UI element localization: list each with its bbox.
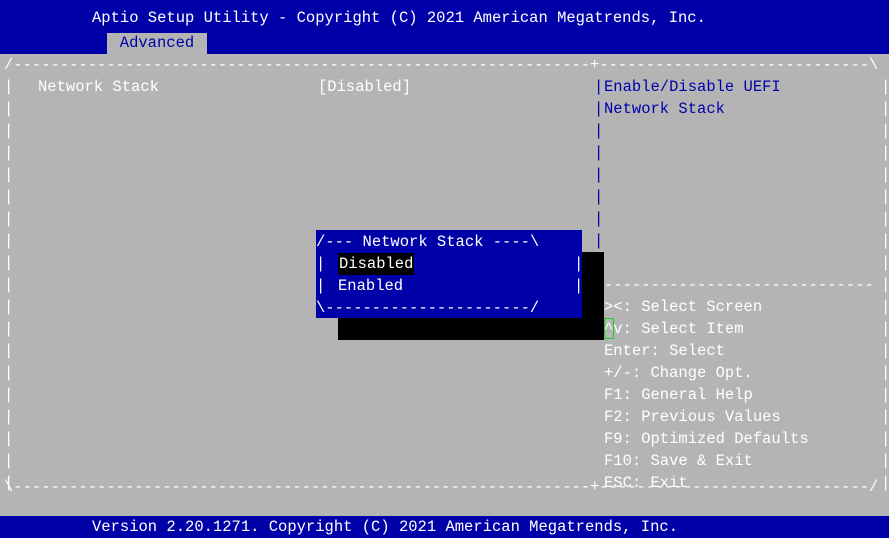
popup-left-edge-2: |	[316, 277, 326, 295]
key-help-change-opt: +/-: Change Opt.	[604, 364, 753, 382]
setting-network-stack-value[interactable]: [Disabled]	[318, 76, 411, 98]
footer-version: Version 2.20.1271. Copyright (C) 2021 Am…	[92, 518, 678, 536]
popup-left-edge-1: |	[316, 255, 326, 273]
tab-advanced[interactable]: Advanced	[107, 33, 207, 54]
frame-bottom-border: \---------------------------------------…	[4, 478, 879, 496]
frame-right-border: | | | | | | | | | | | | | | | | | | |	[881, 78, 889, 492]
key-help-f10: F10: Save & Exit	[604, 452, 753, 470]
help-line-1: Enable/Disable UEFI	[604, 78, 781, 96]
popup-option-enabled[interactable]: Enabled	[338, 275, 403, 297]
key-help-f1: F1: General Help	[604, 386, 753, 404]
key-help-f9: F9: Optimized Defaults	[604, 430, 809, 448]
popup-bottom-border: \----------------------/	[316, 299, 540, 317]
key-help-select-screen: ><: Select Screen	[604, 298, 763, 316]
key-help-esc: ESC: Exit	[604, 474, 688, 492]
frame-left-border: | | | | | | | | | | | | | | | | | | |	[4, 78, 14, 492]
setting-network-stack-label[interactable]: Network Stack	[38, 76, 159, 98]
frame-top-border: /---------------------------------------…	[4, 56, 879, 74]
help-line-2: Network Stack	[604, 100, 725, 118]
frame-center-divider: | | | | | | | | |	[594, 78, 604, 272]
key-help-f2: F2: Previous Values	[604, 408, 781, 426]
popup-right-edge-1: |	[574, 255, 584, 273]
popup-title-border: /--- Network Stack ----\	[316, 233, 540, 251]
app-title: Aptio Setup Utility - Copyright (C) 2021…	[92, 9, 706, 27]
key-help-enter: Enter: Select	[604, 342, 725, 360]
popup-title: Network Stack	[353, 233, 493, 251]
popup-option-disabled[interactable]: Disabled	[338, 253, 415, 275]
text-cursor	[604, 318, 614, 339]
key-help-select-item: ^v: Select Item	[604, 320, 744, 338]
help-divider: -----------------------------	[604, 276, 874, 294]
popup-right-edge-2: |	[574, 277, 584, 295]
